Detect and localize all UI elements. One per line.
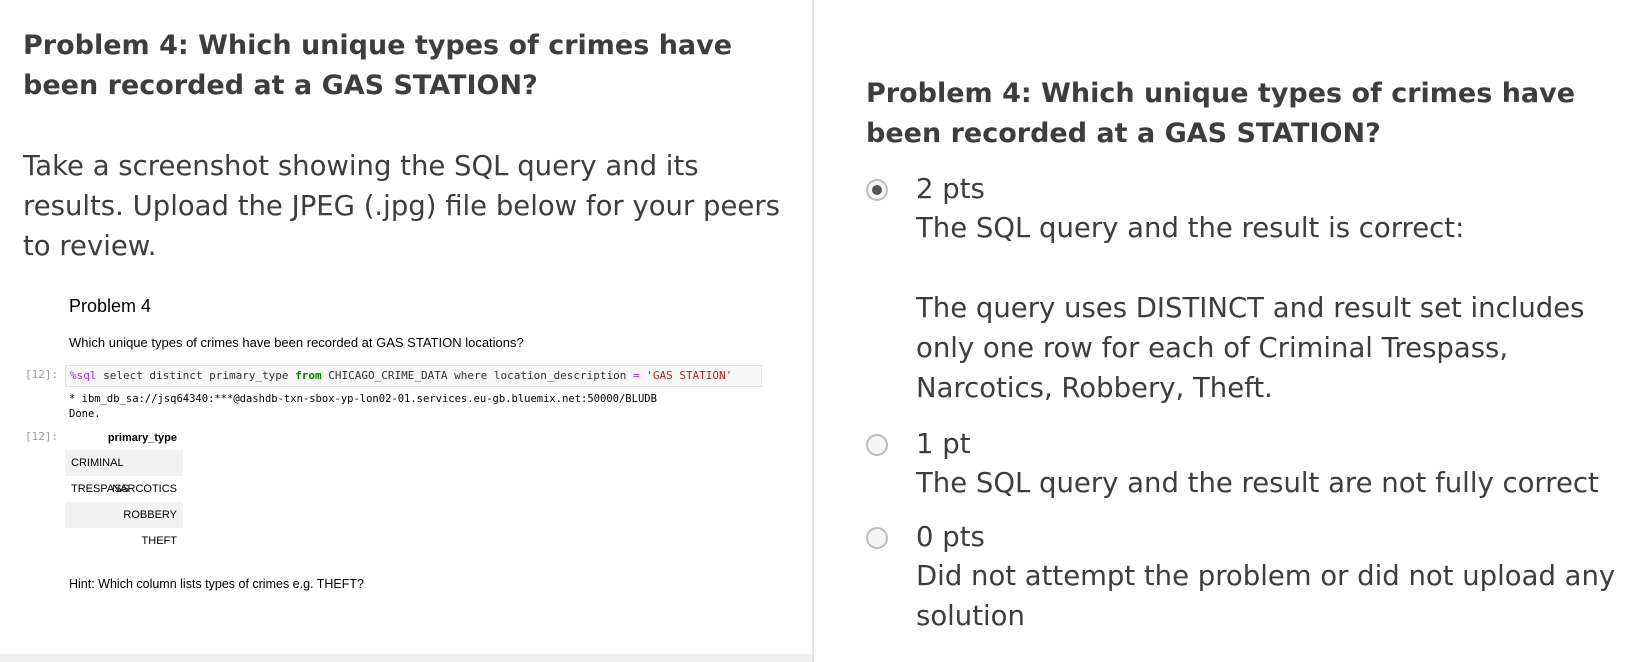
problem-title: Problem 4: Which unique types of crimes … [23,30,733,101]
radio-0pts[interactable] [866,527,888,549]
sql-string-literal: 'GAS STATION' [646,369,733,382]
sql-code-cell: %sql select distinct primary_type from C… [65,365,762,387]
rubric-title: Problem 4: Which unique types of crimes … [866,78,1576,149]
input-prompt: [12]: [25,368,59,381]
radio-2pts[interactable] [866,179,888,201]
submitted-screenshot: Problem 4 Which unique types of crimes h… [0,285,812,605]
submission-panel: Problem 4: Which unique types of crimes … [0,0,812,662]
option-points: 0 pts [916,521,985,553]
option-description-detail: The query uses DISTINCT and result set i… [916,292,1585,404]
table-row: ROBBERY [65,502,183,528]
option-description-line: The SQL query and the result is correct: [916,212,1465,244]
sql-operator: = [632,369,640,382]
sql-from-keyword: from [295,369,322,382]
sql-part-2: CHICAGO_CRIME_DATA where location_descri… [321,369,633,382]
option-points: 2 pts [916,173,985,205]
notebook-question: Which unique types of crimes have been r… [69,335,524,350]
done-output: Done. [69,408,101,420]
option-description: The SQL query and the result is correct:… [916,208,1626,408]
result-table: primary_type CRIMINAL TRESPASS NARCOTICS… [65,427,183,554]
option-description: The SQL query and the result are not ful… [916,467,1599,499]
option-description: Did not attempt the problem or did not u… [916,560,1616,632]
notebook-heading: Problem 4 [69,296,152,316]
table-row: THEFT [141,535,177,547]
column-header: primary_type [107,432,177,444]
radio-1pt[interactable] [866,434,888,456]
bottom-scroll-band [0,654,812,662]
problem-instructions: Take a screenshot showing the SQL query … [23,150,780,262]
sql-part-1: select distinct primary_type [96,369,296,382]
rubric-panel: Problem 4: Which unique types of crimes … [814,0,1636,662]
table-row: CRIMINAL TRESPASS [65,450,183,495]
connection-output: * ibm_db_sa://jsq64340:***@dashdb-txn-sb… [69,393,657,405]
sql-magic: %sql [70,369,97,382]
option-points: 1 pt [916,428,971,460]
hint-text: Hint: Which column lists types of crimes… [69,577,364,591]
output-prompt: [12]: [25,430,59,443]
